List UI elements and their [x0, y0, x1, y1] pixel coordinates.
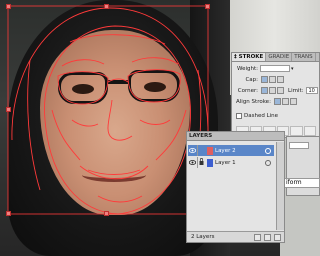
bbox-handle-bc[interactable]: [104, 211, 109, 216]
chin-path: [97, 195, 143, 203]
round-join-button[interactable]: [269, 87, 276, 94]
lock-icon[interactable]: [197, 157, 205, 168]
layers-panel-header: LAYERS: [187, 132, 284, 141]
dash-field-3[interactable]: [290, 126, 303, 136]
weight-field[interactable]: [260, 65, 290, 72]
stroke-panel-tabs: ‡ STROKE GRADIE TRANS: [232, 53, 319, 62]
corner-row: Corner: Limit: 10: [236, 86, 318, 95]
side-panel-field[interactable]: [289, 142, 309, 149]
tab-gradient[interactable]: GRADIE: [266, 53, 293, 61]
bbox-handle-tr[interactable]: [205, 4, 210, 9]
weight-row: Weight: ▾: [236, 64, 294, 73]
eye-icon[interactable]: [188, 145, 197, 156]
mouth-inner-path: [87, 169, 141, 175]
stroke-panel: ‡ STROKE GRADIE TRANS Weight: ▾ Cap: Cor…: [231, 52, 320, 138]
mouth-path: [79, 165, 149, 180]
projecting-cap-button[interactable]: [277, 76, 284, 83]
bbox-handle-tc[interactable]: [104, 4, 109, 9]
weight-label: Weight:: [236, 65, 258, 72]
layers-panel-title[interactable]: LAYERS: [189, 133, 212, 139]
glasses-left-path: [57, 71, 109, 105]
layers-count: 2 Layers: [191, 234, 215, 240]
undereye-left-path: [71, 119, 99, 127]
align-outside-button[interactable]: [289, 98, 297, 105]
brow-left-path: [61, 59, 105, 67]
cap-row: Cap:: [236, 75, 284, 84]
dashed-row: Dashed Line: [236, 111, 278, 120]
glasses-right-path: [127, 69, 181, 103]
bbox-handle-ml[interactable]: [6, 107, 11, 112]
layers-panel-footer: 2 Layers: [187, 231, 284, 242]
dashed-line-checkbox[interactable]: [236, 112, 242, 119]
cap-label: Cap:: [245, 76, 258, 83]
bbox-handle-tl[interactable]: [6, 4, 11, 9]
hijab-fold-left-path: [27, 59, 41, 191]
dropdown-arrow-icon[interactable]: ▾: [291, 66, 294, 72]
corner-label: Corner:: [237, 87, 258, 94]
new-sublayer-button[interactable]: [254, 233, 261, 241]
nose-path: [107, 99, 133, 141]
forehead-path: [69, 34, 166, 45]
layer-row-layer-1[interactable]: Layer 1: [188, 157, 274, 168]
uniform-profile-dropdown[interactable]: iform: [283, 178, 320, 188]
bbox-handle-bl[interactable]: [6, 211, 11, 216]
align-label: Align Stroke:: [236, 98, 271, 105]
lock-toggle-layer-2[interactable]: [197, 145, 205, 156]
layer-1-color-swatch: [207, 158, 213, 167]
hijab-outline-path: [11, 7, 209, 141]
tab-transparency[interactable]: TRANS: [292, 53, 316, 61]
cheek-right-path: [155, 109, 187, 161]
glasses-bridge-path: [107, 78, 129, 83]
delete-layer-button[interactable]: [274, 233, 281, 241]
align-row: Align Stroke:: [236, 97, 297, 106]
layers-panel: LAYERS Layer 2 Layer 1 2 Layers: [186, 131, 285, 243]
brow-right-path: [131, 57, 179, 65]
bevel-join-button[interactable]: [277, 87, 284, 94]
undereye-right-path: [139, 119, 171, 125]
target-circle-icon[interactable]: [265, 159, 271, 166]
limit-label: Limit:: [288, 87, 304, 94]
new-layer-button[interactable]: [264, 233, 271, 241]
layers-scrollbar[interactable]: [276, 142, 284, 230]
layer-row-layer-2[interactable]: Layer 2: [188, 145, 274, 156]
dashed-line-label: Dashed Line: [244, 112, 279, 119]
layer-2-color-swatch: [207, 146, 213, 155]
align-inside-button[interactable]: [281, 98, 289, 105]
layer-2-name[interactable]: Layer 2: [215, 148, 236, 154]
limit-field[interactable]: 10: [305, 87, 318, 94]
face-outline-path: [44, 25, 191, 215]
round-cap-button[interactable]: [269, 76, 276, 83]
eye-icon[interactable]: [188, 157, 197, 168]
gap-field-3[interactable]: [303, 126, 316, 136]
butt-cap-button[interactable]: [261, 76, 268, 83]
target-circle-icon[interactable]: [265, 147, 271, 154]
layer-1-name[interactable]: Layer 1: [215, 160, 236, 166]
tab-stroke[interactable]: ‡ STROKE: [232, 53, 267, 61]
miter-join-button[interactable]: [261, 87, 268, 94]
cheek-left-path: [51, 109, 81, 161]
align-center-button[interactable]: [273, 98, 281, 105]
